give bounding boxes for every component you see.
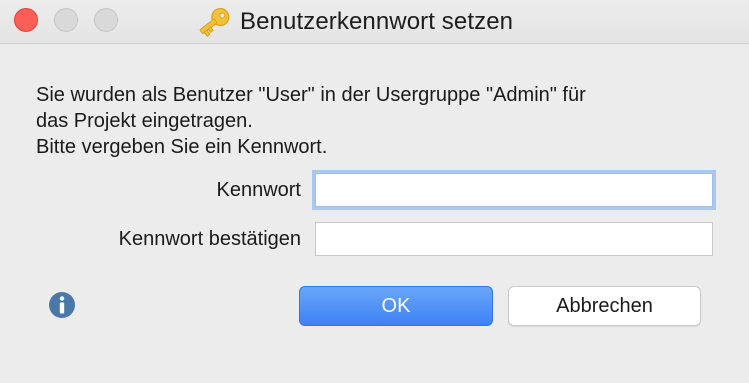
close-window-button[interactable]: [14, 8, 38, 32]
cancel-button[interactable]: Abbrechen: [508, 286, 701, 326]
confirm-password-field[interactable]: [315, 222, 713, 256]
zoom-window-button[interactable]: [94, 8, 118, 32]
key-icon: [199, 7, 230, 37]
password-field[interactable]: [315, 173, 713, 207]
info-icon[interactable]: [48, 291, 76, 319]
window-title: Benutzerkennwort setzen: [240, 8, 514, 35]
message-line: das Projekt eingetragen.: [36, 110, 253, 132]
ok-button[interactable]: OK: [299, 286, 493, 326]
dialog-message: Sie wurden als Benutzer "User" in der Us…: [36, 82, 726, 160]
message-line: Bitte vergeben Sie ein Kennwort.: [36, 136, 328, 158]
title-bar[interactable]: Benutzerkennwort setzen: [0, 0, 749, 44]
window-title-group: Benutzerkennwort setzen: [194, 4, 513, 40]
dialog-window: Benutzerkennwort setzen Sie wurden als B…: [0, 0, 749, 383]
password-label: Kennwort: [216, 179, 302, 201]
minimize-window-button[interactable]: [54, 8, 78, 32]
message-line: Sie wurden als Benutzer "User" in der Us…: [36, 84, 586, 106]
confirm-password-label: Kennwort bestätigen: [118, 228, 301, 250]
